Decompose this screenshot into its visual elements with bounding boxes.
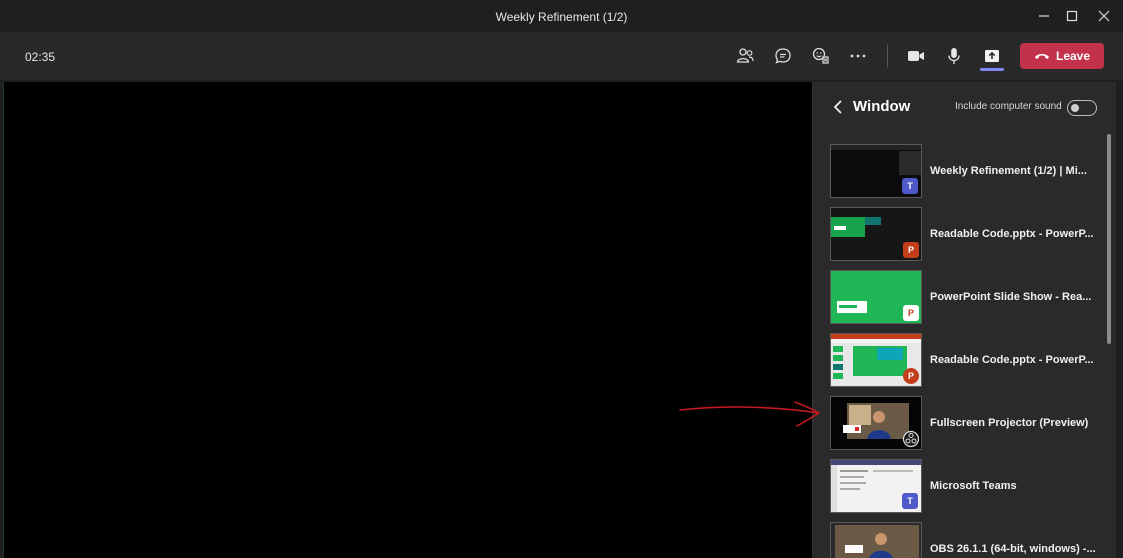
window-option[interactable]: OBS 26.1.1 (64-bit, windows) -... (830, 522, 1102, 558)
share-active-indicator (980, 68, 1004, 71)
panel-scrollbar[interactable] (1107, 134, 1111, 344)
window-option-label: Weekly Refinement (1/2) | Mi... (930, 165, 1087, 177)
close-icon (1098, 10, 1110, 22)
chat-button[interactable] (767, 40, 799, 72)
powerpoint-icon: P (903, 242, 919, 258)
title-bar: Weekly Refinement (1/2) (0, 0, 1123, 32)
leave-label: Leave (1055, 49, 1091, 63)
phone-hangup-icon (1034, 54, 1049, 59)
camera-button[interactable] (900, 40, 932, 72)
window-option[interactable]: T Weekly Refinement (1/2) | Mi... (830, 144, 1102, 200)
teams-icon: T (902, 178, 918, 194)
meeting-timer: 02:35 (25, 50, 56, 64)
meeting-stage (4, 82, 812, 558)
participants-button[interactable] (729, 40, 761, 72)
panel-title: Window (853, 98, 911, 115)
window-option-label: Readable Code.pptx - PowerP... (930, 354, 1094, 366)
toolbar-divider (887, 44, 888, 68)
reactions-icon (812, 47, 829, 64)
powerpoint-icon: P (903, 368, 919, 384)
window-thumbnail (830, 522, 922, 558)
window-option[interactable]: P Readable Code.pptx - PowerP... (830, 333, 1102, 389)
teams-icon: T (902, 493, 918, 509)
camera-icon (908, 51, 924, 61)
teams-meeting-window: Weekly Refinement (1/2) 02:35 Leave Wind… (0, 0, 1123, 558)
window-thumbnail: T (830, 459, 922, 513)
share-window-panel: Window Include computer sound T Weekly R… (812, 82, 1116, 558)
microphone-button[interactable] (938, 40, 970, 72)
share-icon (985, 50, 999, 62)
close-button[interactable] (1086, 0, 1122, 32)
include-sound-toggle[interactable] (1067, 100, 1097, 116)
annotation-arrow (679, 401, 820, 427)
window-option[interactable]: T Microsoft Teams (830, 459, 1102, 515)
toggle-knob (1071, 104, 1079, 112)
minimize-icon (1039, 15, 1049, 17)
window-option[interactable]: Fullscreen Projector (Preview) (830, 396, 1102, 452)
leave-button[interactable]: Leave (1020, 43, 1104, 69)
window-option-label: PowerPoint Slide Show - Rea... (930, 291, 1092, 303)
mic-icon (948, 48, 960, 64)
window-preview-image (831, 523, 921, 558)
maximize-button[interactable] (1054, 0, 1090, 32)
maximize-icon (1066, 10, 1078, 22)
include-sound-label: Include computer sound (955, 101, 1062, 112)
window-thumbnail: T (830, 144, 922, 198)
powerpoint-icon: P (903, 305, 919, 321)
chevron-left-icon (833, 100, 842, 114)
window-thumbnail: P (830, 270, 922, 324)
window-thumbnail (830, 396, 922, 450)
reactions-button[interactable] (805, 40, 837, 72)
window-option[interactable]: P Readable Code.pptx - PowerP... (830, 207, 1102, 263)
window-title: Weekly Refinement (1/2) (495, 10, 628, 24)
back-button[interactable] (829, 98, 847, 116)
more-actions-button[interactable] (842, 40, 874, 72)
window-option-label: Microsoft Teams (930, 480, 1017, 492)
window-option-label: OBS 26.1.1 (64-bit, windows) -... (930, 543, 1096, 555)
people-icon (736, 48, 754, 63)
window-option-label: Readable Code.pptx - PowerP... (930, 228, 1094, 240)
window-option-label: Fullscreen Projector (Preview) (930, 417, 1089, 429)
window-thumbnail: P (830, 207, 922, 261)
window-thumbnail: P (830, 333, 922, 387)
meeting-toolbar: 02:35 Leave (0, 32, 1123, 80)
obs-icon (902, 430, 920, 448)
chat-icon (775, 48, 791, 64)
more-icon (850, 54, 866, 58)
window-option[interactable]: P PowerPoint Slide Show - Rea... (830, 270, 1102, 326)
